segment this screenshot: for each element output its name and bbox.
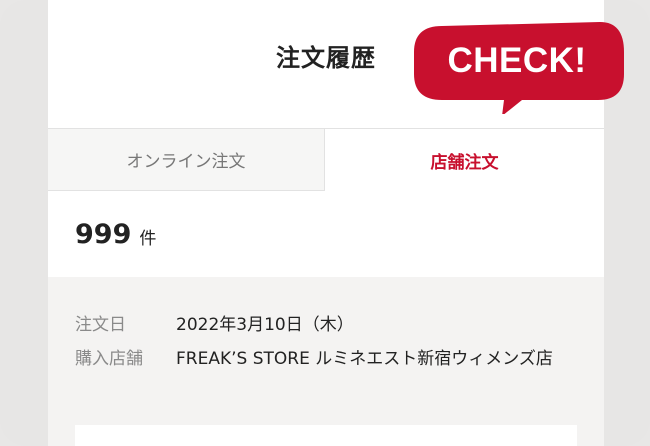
- tab-online-orders[interactable]: オンライン注文: [48, 128, 325, 191]
- order-store-value: FREAK’S STORE ルミネエスト新宿ウィメンズ店: [176, 349, 553, 369]
- order-count: 999 件: [48, 191, 604, 277]
- order-type-tabs: オンライン注文 店舗注文: [48, 128, 604, 191]
- order-item[interactable]: 注文日 2022年3月10日（木） 購入店舗 FREAK’S STORE ルミネ…: [48, 277, 604, 446]
- order-count-number: 999: [75, 218, 132, 250]
- order-count-unit: 件: [139, 228, 157, 249]
- order-date-value: 2022年3月10日（木）: [176, 315, 354, 335]
- badge-label: CHECK!: [447, 41, 587, 80]
- order-date-row: 注文日 2022年3月10日（木）: [75, 309, 586, 341]
- order-store-label: 購入店舗: [75, 349, 143, 369]
- order-detail-card: [75, 425, 577, 446]
- check-badge: CHECK!: [410, 18, 626, 114]
- order-store-row: 購入店舗 FREAK’S STORE ルミネエスト新宿ウィメンズ店: [75, 343, 586, 375]
- order-date-label: 注文日: [75, 315, 126, 335]
- tab-store-orders[interactable]: 店舗注文: [325, 128, 604, 191]
